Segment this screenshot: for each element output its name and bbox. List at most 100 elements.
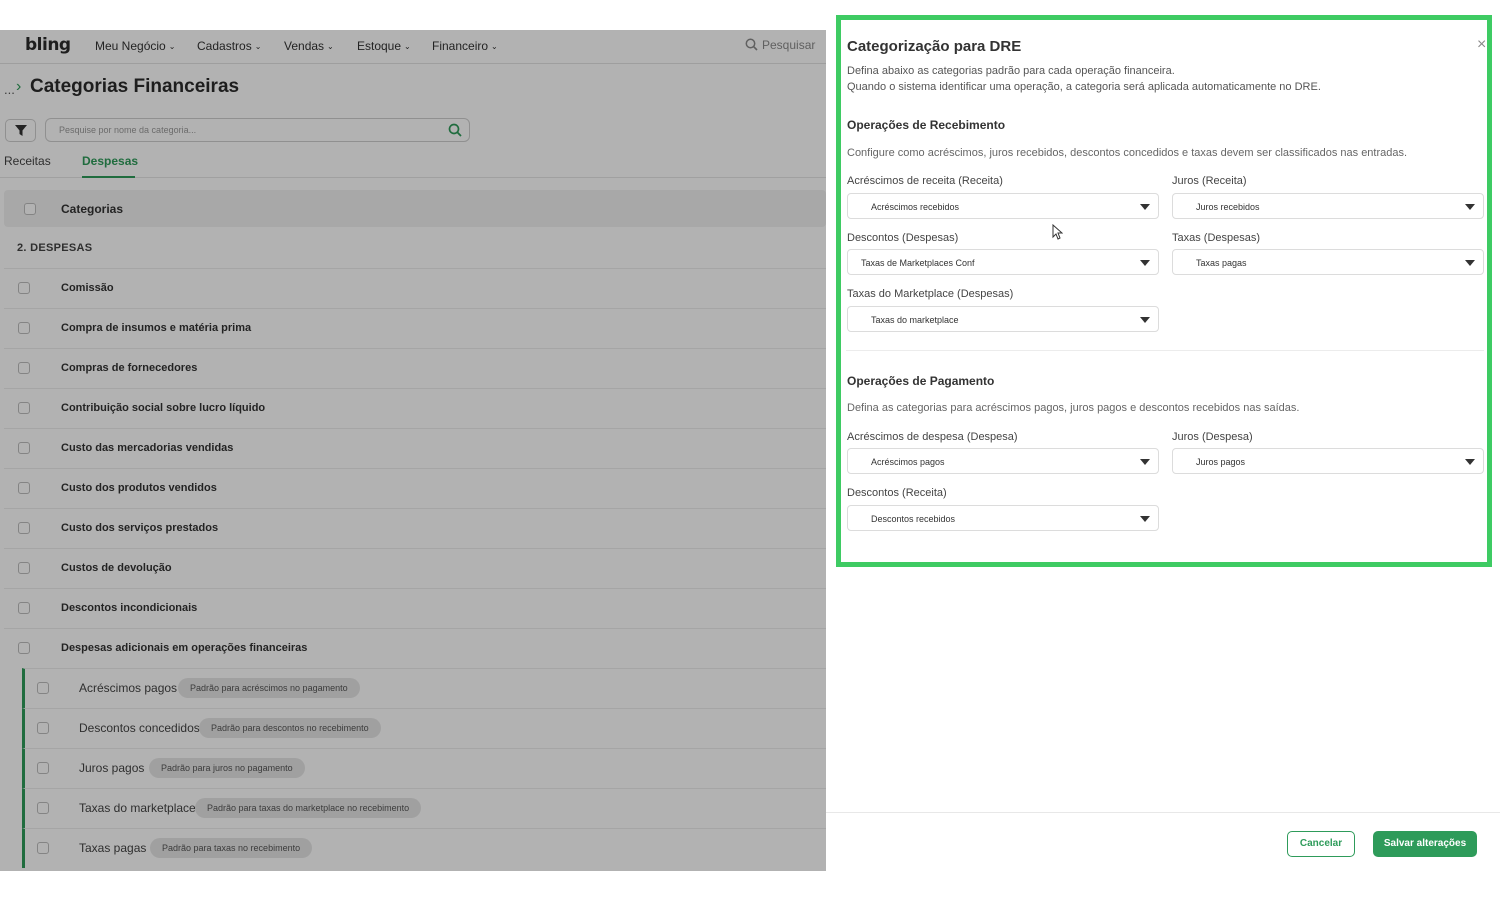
bling-logo[interactable]: bling [25, 35, 71, 55]
select-value: Acréscimos recebidos [871, 202, 960, 212]
row-checkbox[interactable] [18, 442, 30, 454]
field-label: Juros (Despesa) [1172, 431, 1253, 443]
row-checkbox[interactable] [18, 522, 30, 534]
row-checkbox[interactable] [18, 562, 30, 574]
nav-vendas[interactable]: Vendas ⌄ [284, 39, 334, 53]
tab-receitas[interactable]: Receitas [4, 154, 51, 168]
caret-down-icon [1140, 204, 1150, 210]
nav-label: Cadastros [197, 39, 252, 53]
section-divider [846, 350, 1484, 351]
nav-estoque[interactable]: Estoque ⌄ [357, 39, 411, 53]
chevron-down-icon: ⌄ [491, 42, 498, 51]
default-badge: Padrão para descontos no recebimento [199, 718, 381, 738]
field-label: Acréscimos de receita (Receita) [847, 175, 1003, 187]
receiving-section-title: Operações de Recebimento [847, 118, 1006, 132]
row-checkbox[interactable] [37, 722, 49, 734]
table-row[interactable]: Descontos incondicionais [4, 588, 826, 628]
background-app: bling Meu Negócio ⌄ Cadastros ⌄ Vendas ⌄ Es… [0, 30, 826, 871]
cancel-button[interactable]: Cancelar [1287, 831, 1355, 857]
table-subrow[interactable]: Taxas pagas Padrão para taxas no recebime… [22, 828, 826, 868]
select-descontos-receita[interactable]: Descontos recebidos [847, 505, 1159, 531]
select-taxas-despesas[interactable]: Taxas pagas [1172, 249, 1484, 275]
table-row[interactable]: Compras de fornecedores [4, 348, 826, 388]
nav-cadastros[interactable]: Cadastros ⌄ [197, 39, 261, 53]
search-icon[interactable] [448, 123, 462, 137]
nav-financeiro[interactable]: Financeiro ⌄ [432, 39, 498, 53]
field-label: Taxas do Marketplace (Despesas) [847, 288, 1014, 300]
select-juros-receita[interactable]: Juros recebidos [1172, 193, 1484, 219]
table-row[interactable]: Despesas adicionais em operações finance… [4, 628, 826, 668]
breadcrumb-ellipsis[interactable]: ... [4, 82, 15, 97]
row-checkbox[interactable] [37, 842, 49, 854]
field-label: Juros (Receita) [1172, 175, 1247, 187]
table-row[interactable]: Custo dos serviços prestados [4, 508, 826, 548]
row-label: Contribuição social sobre lucro líquido [61, 402, 266, 414]
select-all-checkbox[interactable] [24, 203, 36, 215]
row-checkbox[interactable] [37, 762, 49, 774]
receiving-section-desc: Configure como acréscimos, juros recebid… [847, 147, 1408, 159]
select-value: Acréscimos pagos [871, 457, 945, 467]
row-checkbox[interactable] [18, 602, 30, 614]
mouse-cursor-icon [1052, 224, 1063, 240]
row-checkbox[interactable] [18, 362, 30, 374]
category-search-input[interactable]: Pesquise por nome da categoria... [45, 118, 470, 142]
select-taxas-marketplace[interactable]: Taxas do marketplace [847, 306, 1159, 332]
select-value: Taxas pagas [1196, 258, 1247, 268]
save-button[interactable]: Salvar alterações [1373, 831, 1477, 857]
filter-icon [15, 125, 27, 136]
select-value: Juros pagos [1196, 457, 1246, 467]
row-checkbox[interactable] [18, 482, 30, 494]
row-checkbox[interactable] [18, 282, 30, 294]
row-checkbox[interactable] [37, 682, 49, 694]
select-value: Descontos recebidos [871, 514, 956, 524]
subrow-label: Taxas do marketplace [79, 801, 196, 815]
modal-description-line2: Quando o sistema identificar uma operaçã… [847, 81, 1321, 93]
subrow-label: Taxas pagas [79, 841, 147, 855]
filter-button[interactable] [5, 119, 36, 142]
select-acrescimos-receita[interactable]: Acréscimos recebidos [847, 193, 1159, 219]
caret-down-icon [1140, 516, 1150, 522]
subrow-label: Descontos concedidos [79, 721, 200, 735]
modal-description-line1: Defina abaixo as categorias padrão para … [847, 65, 1175, 77]
table-subrow[interactable]: Acréscimos pagos Padrão para acréscimos n… [22, 668, 826, 708]
select-juros-despesa[interactable]: Juros pagos [1172, 448, 1484, 474]
subrow-label: Juros pagos [79, 761, 145, 775]
chevron-down-icon: ⌄ [254, 42, 262, 51]
row-checkbox[interactable] [37, 802, 49, 814]
close-icon[interactable]: × [1477, 36, 1486, 54]
table-row[interactable]: Contribuição social sobre lucro líquido [4, 388, 826, 428]
caret-down-icon [1140, 317, 1150, 323]
table-row[interactable]: Custos de devolução [4, 548, 826, 588]
nav-label: Meu Negócio [95, 39, 166, 53]
tab-despesas[interactable]: Despesas [82, 154, 138, 168]
field-label: Descontos (Receita) [847, 487, 947, 499]
select-acrescimos-despesa[interactable]: Acréscimos pagos [847, 448, 1159, 474]
table-header: Categorias [4, 190, 826, 227]
select-descontos-despesas[interactable]: Taxas de Marketplaces Conf [847, 249, 1159, 275]
field-label: Descontos (Despesas) [847, 232, 959, 244]
row-label: Comissão [61, 282, 114, 294]
table-subrow[interactable]: Juros pagos Padrão para juros no pagament… [22, 748, 826, 788]
nav-meu-negocio[interactable]: Meu Negócio ⌄ [95, 39, 175, 53]
global-search[interactable]: Pesquisar [745, 38, 815, 52]
caret-down-icon [1465, 260, 1475, 266]
row-checkbox[interactable] [18, 402, 30, 414]
row-checkbox[interactable] [18, 642, 30, 654]
table-row[interactable]: Custo das mercadorias vendidas [4, 428, 826, 468]
nav-label: Financeiro [432, 39, 489, 53]
breadcrumb-chevron-icon: › [16, 78, 22, 95]
row-label: Custos de devolução [61, 562, 172, 574]
payment-section-title: Operações de Pagamento [847, 374, 995, 388]
table-row[interactable]: Custo dos produtos vendidos [4, 468, 826, 508]
default-badge: Padrão para taxas no recebimento [150, 838, 313, 858]
chevron-down-icon: ⌄ [327, 42, 334, 51]
table-row[interactable]: Comissão [4, 268, 826, 308]
table-subrow[interactable]: Taxas do marketplace Padrão para taxas do… [22, 788, 826, 828]
table-row[interactable]: Compra de insumos e matéria prima [4, 308, 826, 348]
dre-modal: × Categorização para DRE Defina abaixo a… [826, 0, 1500, 900]
row-label: Custo das mercadorias vendidas [61, 442, 234, 454]
row-checkbox[interactable] [18, 322, 30, 334]
table-subrow[interactable]: Descontos concedidos Padrão para desconto… [22, 708, 826, 748]
default-badge: Padrão para taxas do marketplace no rece… [195, 798, 422, 818]
caret-down-icon [1140, 260, 1150, 266]
